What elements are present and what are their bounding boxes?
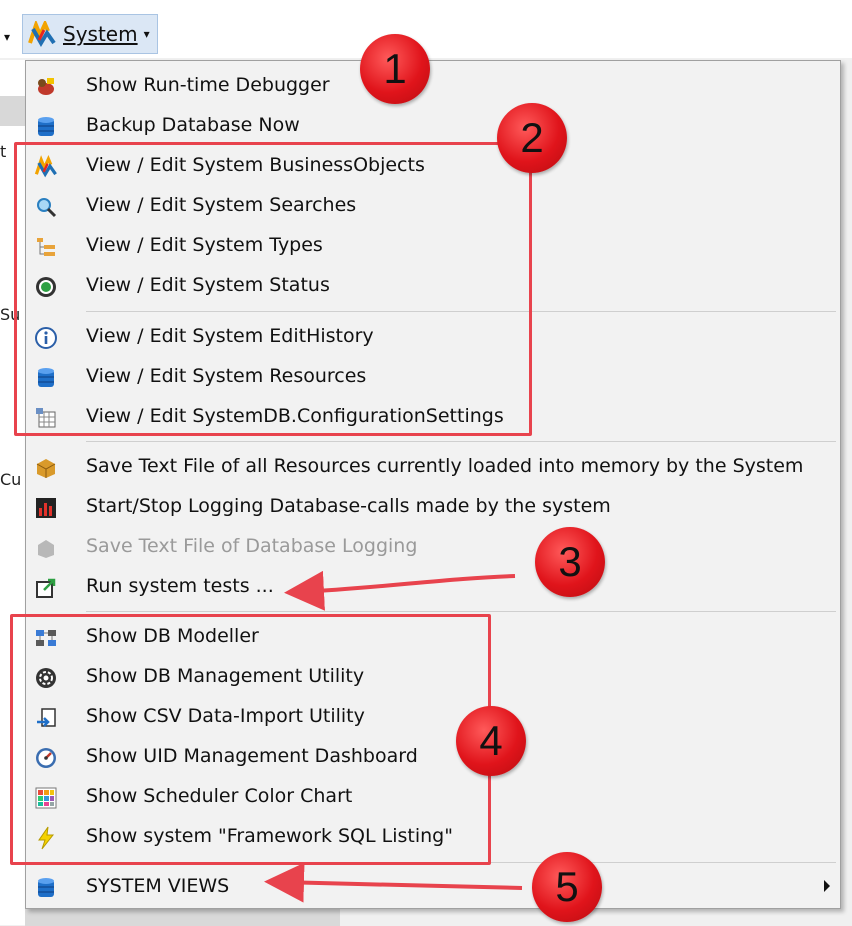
annotation-badge-5: 5 (532, 852, 602, 922)
annotation-arrow-5 (264, 862, 523, 903)
annotation-arrow-3 (284, 570, 516, 611)
annotation-badge-4: 4 (456, 706, 526, 776)
annotation-arrows (264, 570, 523, 903)
annotation-badge-3: 3 (535, 527, 605, 597)
annotation-badge-2: 2 (497, 103, 567, 173)
annotation-badge-1: 1 (360, 34, 430, 104)
